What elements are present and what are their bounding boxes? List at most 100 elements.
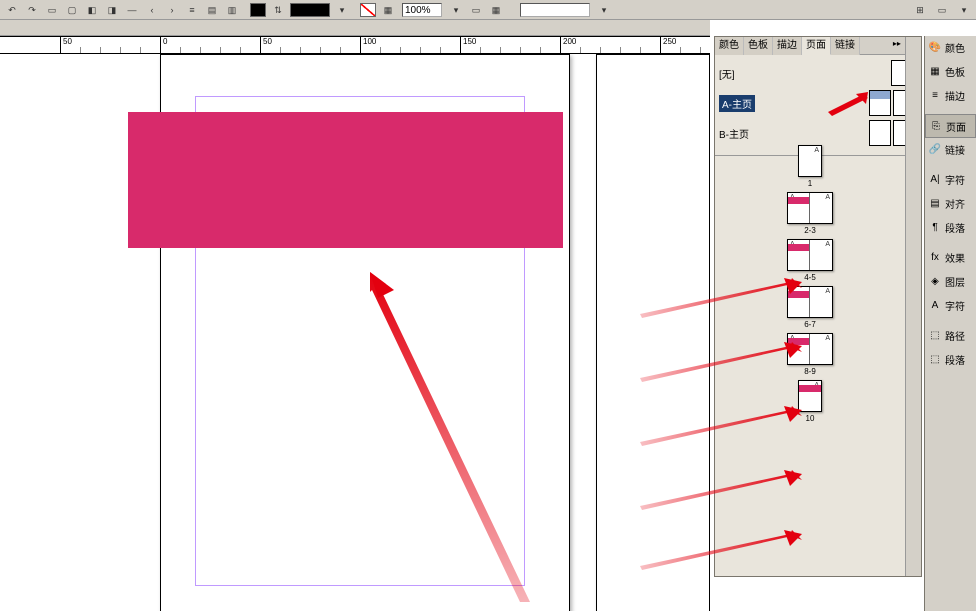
annotation-arrow [640,530,810,570]
tool-button[interactable]: ◨ [103,2,121,18]
zoom-dropdown-icon[interactable]: ▾ [447,2,465,18]
help-button[interactable]: ▾ [955,2,973,18]
side-panel-label: 链接 [945,142,965,157]
emdash-button[interactable]: — [123,2,141,18]
side-panel-label: 颜色 [945,40,965,55]
ruler-tick: 200 [560,37,561,54]
annotation-arrow [640,278,810,318]
tab-color[interactable]: 颜色 [715,37,744,55]
workspace-dropdown[interactable] [520,3,590,17]
side-panel-align[interactable]: ▤对齐 [925,192,976,216]
master-none[interactable]: [无] [719,59,917,87]
redo-button[interactable]: ↷ [23,2,41,18]
side-panel-label: 段落 [945,352,965,367]
page-thumb-right[interactable]: A [810,240,832,270]
annotation-arrow [640,470,810,510]
side-panel-paragraph[interactable]: ¶段落 [925,216,976,240]
swatches-icon: ▦ [928,65,942,79]
stroke-swatch-wide[interactable] [290,3,330,17]
side-panel-label: 段落 [945,220,965,235]
pink-rectangle-object[interactable] [128,112,563,248]
page-thumb-right[interactable]: A [810,193,832,223]
ruler-tick: 150 [460,37,461,54]
stroke-icon: ≡ [928,89,942,103]
side-panel-parastyle[interactable]: ⬚段落 [925,348,976,372]
align-icon: ▤ [928,197,942,211]
side-panel-links[interactable]: 🔗链接 [925,138,976,162]
align-button[interactable]: ▤ [203,2,221,18]
page-thumb-right[interactable]: A [810,287,832,317]
color-icon: 🎨 [928,41,942,55]
undo-button[interactable]: ↶ [3,2,21,18]
page-thumb-left[interactable]: A [788,240,810,270]
tab-stroke[interactable]: 描边 [773,37,802,55]
effects-icon: fx [928,251,942,265]
side-panel-stroke[interactable]: ≡描边 [925,84,976,108]
side-panel-dock: 🎨颜色▦色板≡描边⎘页面🔗链接A|字符▤对齐¶段落fx效果◈图层A字符⬚路径⬚段… [924,36,976,611]
side-panel-color[interactable]: 🎨颜色 [925,36,976,60]
master-a-thumb-left[interactable] [869,90,891,116]
links-icon: 🔗 [928,143,942,157]
tool-button[interactable]: ◧ [83,2,101,18]
chevron-right-icon[interactable]: › [163,2,181,18]
side-panel-label: 效果 [945,250,965,265]
ruler-tick: 50 [60,37,61,54]
side-panel-character[interactable]: A|字符 [925,168,976,192]
chevron-down-icon[interactable]: ▾ [333,2,351,18]
ruler-tick: 250 [660,37,661,54]
tab-links[interactable]: 链接 [831,37,860,55]
side-panel-label: 字符 [945,298,965,313]
horizontal-ruler[interactable]: 50050100150200250 [0,36,710,54]
side-panel-swatches[interactable]: ▦色板 [925,60,976,84]
toolbar-spacer [0,20,710,36]
tab-pages[interactable]: 页面 [802,37,831,55]
page-thumb-label: 2-3 [804,226,816,235]
document-canvas[interactable] [0,54,710,611]
master-b-label: B-主页 [719,126,749,141]
zoom-field[interactable]: 100% [402,3,442,17]
ruler-tick: 0 [160,37,161,54]
side-panel-pathfinder[interactable]: ⬚路径 [925,324,976,348]
side-panel-label: 描边 [945,88,965,103]
master-none-label: [无] [719,66,735,81]
page-thumb-right[interactable]: A [810,334,832,364]
format-button[interactable]: ≡ [183,2,201,18]
master-a-label: A-主页 [719,95,755,112]
none-swatch[interactable] [360,3,376,17]
page-thumb[interactable]: A [799,146,821,176]
page-thumb-row[interactable]: A1 [715,145,905,188]
view-button[interactable]: ▦ [487,2,505,18]
page-thumb-label: 1 [808,179,812,188]
side-panel-charstyle[interactable]: A字符 [925,294,976,318]
page-thumb-left[interactable]: A [788,193,810,223]
view-button[interactable]: ▭ [467,2,485,18]
chevron-left-icon[interactable]: ‹ [143,2,161,18]
fill-swatch[interactable] [250,3,266,17]
side-panel-label: 色板 [945,64,965,79]
page-thumb-row[interactable]: AA 2-3 [715,192,905,235]
page-spread-right[interactable] [596,54,710,611]
master-a[interactable]: A-主页 [719,89,917,117]
tool-button[interactable]: ▭ [43,2,61,18]
side-panel-effects[interactable]: fx效果 [925,246,976,270]
side-panel-layers[interactable]: ◈图层 [925,270,976,294]
dropdown-icon[interactable]: ▾ [595,2,613,18]
page-thumb-row[interactable]: AA4-5 [715,239,905,282]
arrange-button[interactable]: ⊞ [911,2,929,18]
screen-button[interactable]: ▭ [933,2,951,18]
side-panel-pages[interactable]: ⎘页面 [925,114,976,138]
annotation-arrow [640,342,810,382]
swap-swatch-icon[interactable]: ⇅ [269,2,287,18]
paragraph-icon: ¶ [928,221,942,235]
top-toolbar: ↶ ↷ ▭ ▢ ◧ ◨ — ‹ › ≡ ▤ ▥ ⇅ ▾ ▦ 100% ▾ ▭ ▦… [0,0,976,20]
annotation-arrow [640,406,810,446]
distribute-button[interactable]: ▥ [223,2,241,18]
panel-scrollbar[interactable] [905,37,921,576]
side-panel-label: 页面 [946,119,966,134]
panel-tab-bar: 颜色 色板 描边 页面 链接 ▸▸ │ ▾≡ [715,37,921,55]
layers-icon: ◈ [928,275,942,289]
swatch-button[interactable]: ▦ [379,2,397,18]
tool-button[interactable]: ▢ [63,2,81,18]
tab-swatch[interactable]: 色板 [744,37,773,55]
ruler-tick: 100 [360,37,361,54]
